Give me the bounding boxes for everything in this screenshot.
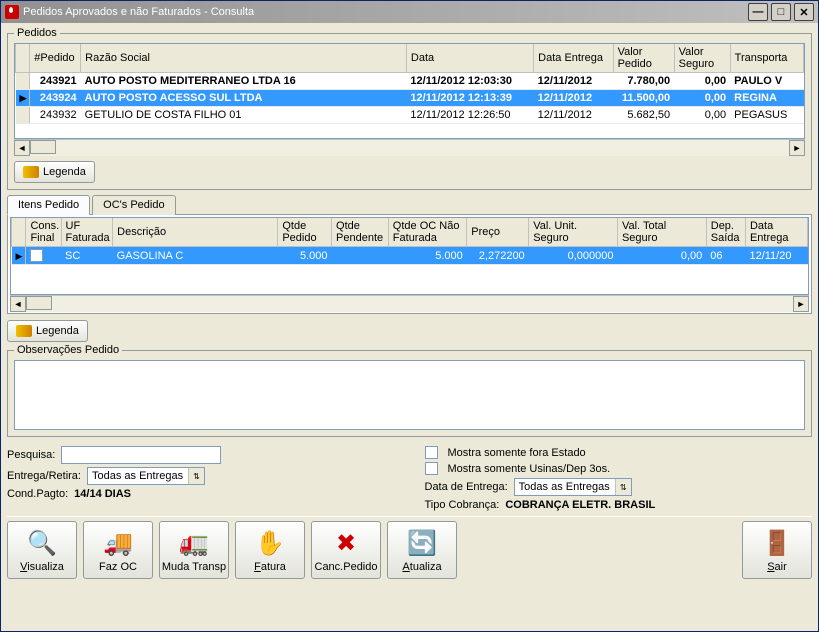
row-marker-header (16, 44, 30, 73)
data-entrega-combo[interactable]: Todas as Entregas ⇅ (514, 478, 632, 496)
pedidos-hscroll[interactable]: ◄ ► (14, 139, 805, 155)
canc-pedido-button[interactable]: ✖ Canc.Pedido (311, 521, 381, 579)
table-row[interactable]: 243924AUTO POSTO ACESSO SUL LTDA12/11/20… (16, 90, 804, 107)
col-transporta[interactable]: Transporta (730, 44, 803, 73)
pedidos-group: Pedidos #Pedido Razão Social Data Data E… (7, 27, 812, 190)
itens-grid[interactable]: Cons. Final UF Faturada Descrição Qtde P… (10, 217, 809, 295)
atualiza-button[interactable]: 🔄 Atualiza (387, 521, 457, 579)
chevron-updown-icon[interactable]: ⇅ (615, 479, 631, 495)
table-row[interactable]: 243921AUTO POSTO MEDITERRANEO LTDA 1612/… (16, 73, 804, 90)
col-val-tot-seg[interactable]: Val. Total Seguro (617, 218, 706, 247)
col-valor-seguro[interactable]: Valor Seguro (674, 44, 730, 73)
table-row[interactable]: 243932GETULIO DE COSTA FILHO 0112/11/201… (16, 107, 804, 124)
cond-pagto-value: 14/14 DIAS (74, 488, 131, 500)
col-pedido[interactable]: #Pedido (30, 44, 81, 73)
col-qtde-pend[interactable]: Qtde Pendente (332, 218, 389, 247)
scroll-thumb[interactable] (26, 296, 52, 310)
faz-oc-button[interactable]: 🚚 Faz OC (83, 521, 153, 579)
col-valor-pedido[interactable]: Valor Pedido (613, 44, 674, 73)
col-preco[interactable]: Preço (467, 218, 529, 247)
pesquisa-input[interactable] (61, 446, 221, 464)
col-qtde-pedido[interactable]: Qtde Pedido (278, 218, 332, 247)
observacoes-group: Observações Pedido (7, 344, 812, 437)
entrega-retira-label: Entrega/Retira: (7, 470, 81, 482)
col-data-entrega[interactable]: Data Entrega (745, 218, 807, 247)
col-data[interactable]: Data (406, 44, 533, 73)
scroll-right-icon[interactable]: ► (789, 140, 805, 156)
observacoes-textarea[interactable] (14, 360, 805, 430)
tipo-cobranca-label: Tipo Cobrança: (425, 499, 500, 511)
cancel-icon: ✖ (330, 527, 362, 559)
col-razao[interactable]: Razão Social (81, 44, 407, 73)
cond-pagto-label: Cond.Pagto: (7, 488, 68, 500)
tabs: Itens Pedido OC's Pedido (7, 194, 812, 215)
col-entrega[interactable]: Data Entrega (534, 44, 613, 73)
cons-final-checkbox[interactable] (30, 249, 43, 262)
window-title: Pedidos Aprovados e não Faturados - Cons… (23, 6, 748, 18)
scroll-left-icon[interactable]: ◄ (10, 296, 26, 312)
minimize-button[interactable]: — (748, 3, 768, 21)
app-icon (5, 5, 19, 19)
titlebar[interactable]: Pedidos Aprovados e não Faturados - Cons… (1, 1, 818, 23)
window: Pedidos Aprovados e não Faturados - Cons… (0, 0, 819, 632)
exit-icon: 🚪 (761, 527, 793, 559)
col-val-unit-seg[interactable]: Val. Unit. Seguro (529, 218, 618, 247)
muda-transp-button[interactable]: 🚛 Muda Transp (159, 521, 229, 579)
fora-estado-checkbox[interactable] (425, 446, 438, 459)
col-desc[interactable]: Descrição (113, 218, 278, 247)
usinas-dep-checkbox[interactable] (425, 462, 438, 475)
observacoes-legend: Observações Pedido (14, 344, 122, 356)
tab-itens-pedido[interactable]: Itens Pedido (7, 195, 90, 215)
fora-estado-label: Mostra somente fora Estado (448, 447, 586, 459)
scroll-thumb[interactable] (30, 140, 56, 154)
col-uf[interactable]: UF Faturada (61, 218, 113, 247)
legend-icon (16, 325, 32, 337)
document-search-icon: 🔍 (26, 527, 58, 559)
tab-body: Cons. Final UF Faturada Descrição Qtde P… (7, 215, 812, 314)
legenda-button[interactable]: Legenda (14, 161, 95, 183)
scroll-left-icon[interactable]: ◄ (14, 140, 30, 156)
tab-ocs-pedido[interactable]: OC's Pedido (92, 195, 175, 215)
entrega-retira-combo[interactable]: Todas as Entregas ⇅ (87, 467, 205, 485)
fatura-button[interactable]: ✋ Fatura (235, 521, 305, 579)
truck-icon: 🚚 (102, 527, 134, 559)
pesquisa-label: Pesquisa: (7, 449, 55, 461)
visualiza-button[interactable]: 🔍 Visualiza (7, 521, 77, 579)
col-dep-saida[interactable]: Dep. Saída (706, 218, 745, 247)
maximize-button[interactable]: □ (771, 3, 791, 21)
refresh-icon: 🔄 (406, 527, 438, 559)
pedidos-grid[interactable]: #Pedido Razão Social Data Data Entrega V… (14, 43, 805, 139)
sair-button[interactable]: 🚪 Sair (742, 521, 812, 579)
row-marker-header (12, 218, 26, 247)
chevron-updown-icon[interactable]: ⇅ (188, 468, 204, 484)
table-row[interactable]: SCGASOLINA C5.0005.0002,2722000,0000000,… (12, 247, 808, 265)
legend-icon (23, 166, 39, 178)
bottom-toolbar: 🔍 Visualiza 🚚 Faz OC 🚛 Muda Transp ✋ Fat… (7, 516, 812, 579)
col-qtde-oc[interactable]: Qtde OC Não Faturada (388, 218, 466, 247)
col-cons-final[interactable]: Cons. Final (26, 218, 61, 247)
itens-hscroll[interactable]: ◄ ► (10, 295, 809, 311)
tipo-cobranca-value: COBRANÇA ELETR. BRASIL (505, 499, 655, 511)
pedidos-legend: Pedidos (14, 27, 60, 39)
data-entrega-label: Data de Entrega: (425, 481, 508, 493)
usinas-dep-label: Mostra somente Usinas/Dep 3os. (448, 463, 611, 475)
legenda-button-2[interactable]: Legenda (7, 320, 88, 342)
hand-money-icon: ✋ (254, 527, 286, 559)
truck-swap-icon: 🚛 (178, 527, 210, 559)
scroll-right-icon[interactable]: ► (793, 296, 809, 312)
close-button[interactable]: ✕ (794, 3, 814, 21)
